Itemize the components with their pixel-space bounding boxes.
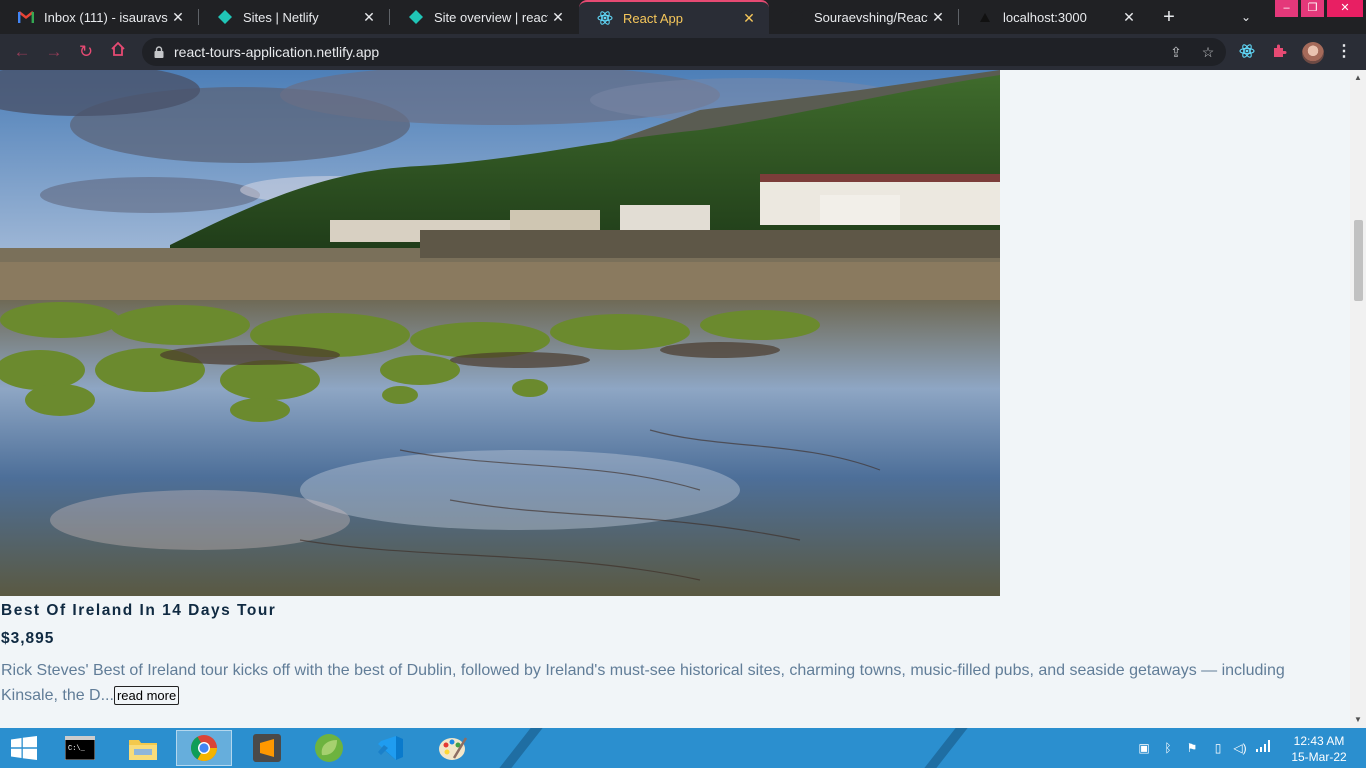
tab-title: Inbox (111) - isauravshing bbox=[44, 9, 168, 25]
netlify-icon bbox=[217, 9, 233, 25]
new-tab-button[interactable]: + bbox=[1158, 6, 1180, 28]
svg-text:C:\_: C:\_ bbox=[68, 745, 86, 753]
visual-studio-code-icon[interactable] bbox=[362, 730, 418, 766]
tab-gmail[interactable]: Inbox (111) - isauravshing ✕ bbox=[0, 0, 198, 34]
react-icon bbox=[977, 9, 993, 25]
window-controls: – ❐ ✕ bbox=[1272, 0, 1363, 17]
google-chrome-icon[interactable] bbox=[176, 730, 232, 766]
tab-netlify-overview[interactable]: Site overview | react-tours ✕ bbox=[390, 0, 578, 34]
bookmark-star-icon[interactable]: ☆ bbox=[1200, 44, 1216, 60]
command-prompt-icon[interactable]: C:\_ bbox=[52, 730, 108, 766]
react-icon bbox=[597, 10, 613, 26]
scroll-down-arrow-icon[interactable]: ▼ bbox=[1350, 715, 1366, 724]
tab-localhost[interactable]: localhost:3000 ✕ bbox=[959, 0, 1149, 34]
tab-title: localhost:3000 bbox=[1003, 9, 1087, 25]
close-tab-icon[interactable]: ✕ bbox=[928, 9, 948, 26]
tour-description: Rick Steves' Best of Ireland tour kicks … bbox=[1, 658, 1341, 708]
scroll-up-arrow-icon[interactable]: ▲ bbox=[1350, 73, 1366, 82]
tour-description-text: Rick Steves' Best of Ireland tour kicks … bbox=[1, 662, 1285, 704]
restore-button[interactable]: ❐ bbox=[1301, 0, 1324, 17]
tour-photo bbox=[0, 70, 1000, 596]
url-text: react-tours-application.netlify.app bbox=[174, 44, 380, 60]
close-tab-icon[interactable]: ✕ bbox=[1119, 9, 1139, 26]
network-signal-icon[interactable] bbox=[1256, 740, 1272, 756]
close-tab-icon[interactable]: ✕ bbox=[168, 9, 188, 26]
extensions-puzzle-icon[interactable] bbox=[1270, 43, 1288, 61]
browser-tab-strip: Inbox (111) - isauravshing ✕ Sites | Net… bbox=[0, 0, 1366, 34]
lock-icon bbox=[154, 45, 164, 58]
home-icon[interactable] bbox=[107, 41, 129, 63]
netlify-icon bbox=[408, 9, 424, 25]
spring-tool-suite-icon[interactable] bbox=[301, 730, 357, 766]
tab-react-app[interactable]: React App ✕ bbox=[579, 0, 769, 34]
tab-github[interactable]: Souraevshing/React-Projects ✕ bbox=[770, 0, 958, 34]
github-icon bbox=[788, 9, 804, 25]
page-scrollbar[interactable]: ▲ ▼ bbox=[1350, 70, 1366, 728]
menu-kebab-icon[interactable]: ⋮ bbox=[1336, 42, 1352, 62]
taskbar-decoration bbox=[916, 728, 976, 768]
tab-title: Site overview | react-tours bbox=[434, 9, 548, 25]
windows-taskbar: C:\_ ▣ ᛒ ⚑ ▯ ◁) 12:43 AM 15-Mar-22 bbox=[0, 728, 1366, 768]
tab-netlify-sites[interactable]: Sites | Netlify ✕ bbox=[199, 0, 389, 34]
close-tab-icon[interactable]: ✕ bbox=[359, 9, 379, 26]
system-clock[interactable]: 12:43 AM 15-Mar-22 bbox=[1284, 733, 1354, 765]
back-arrow-icon[interactable]: ← bbox=[11, 41, 33, 63]
paint-icon[interactable] bbox=[425, 730, 481, 766]
language-tray-icon[interactable]: ▣ bbox=[1136, 740, 1152, 756]
tour-price: $3,895 bbox=[1, 630, 55, 647]
tour-title: Best Of Ireland In 14 Days Tour bbox=[1, 602, 277, 619]
gmail-icon bbox=[18, 9, 34, 25]
close-tab-icon[interactable]: ✕ bbox=[739, 10, 759, 27]
react-devtools-icon[interactable] bbox=[1238, 43, 1256, 61]
scrollbar-thumb[interactable] bbox=[1354, 220, 1363, 301]
close-window-button[interactable]: ✕ bbox=[1327, 0, 1363, 17]
clock-time: 12:43 AM bbox=[1293, 734, 1345, 748]
browser-toolbar: ← → ↻ react-tours-application.netlify.ap… bbox=[0, 34, 1366, 70]
taskbar-decoration bbox=[491, 728, 551, 768]
sublime-text-icon[interactable] bbox=[239, 730, 295, 766]
page-viewport: Best Of Ireland In 14 Days Tour $3,895 R… bbox=[0, 70, 1350, 728]
address-bar[interactable]: react-tours-application.netlify.app ⇪ ☆ bbox=[142, 38, 1226, 66]
close-tab-icon[interactable]: ✕ bbox=[548, 9, 568, 26]
bluetooth-icon[interactable]: ᛒ bbox=[1160, 740, 1176, 756]
minimize-button[interactable]: – bbox=[1275, 0, 1298, 17]
clock-date: 15-Mar-22 bbox=[1291, 750, 1347, 764]
profile-avatar[interactable] bbox=[1302, 42, 1324, 64]
reload-icon[interactable]: ↻ bbox=[75, 41, 97, 63]
tab-title: Sites | Netlify bbox=[243, 9, 319, 25]
tab-title: React App bbox=[623, 10, 683, 26]
windows-start-icon[interactable] bbox=[10, 736, 38, 760]
tab-search-chevron-icon[interactable]: ⌄ bbox=[1236, 7, 1256, 27]
volume-icon[interactable]: ◁) bbox=[1232, 740, 1248, 756]
read-more-button[interactable]: read more bbox=[113, 686, 180, 706]
file-explorer-icon[interactable] bbox=[115, 730, 171, 766]
forward-arrow-icon[interactable]: → bbox=[43, 41, 65, 63]
share-icon[interactable]: ⇪ bbox=[1168, 44, 1184, 60]
battery-icon[interactable]: ▯ bbox=[1210, 740, 1226, 756]
tab-title: Souraevshing/React-Projects bbox=[814, 9, 928, 25]
action-center-flag-icon[interactable]: ⚑ bbox=[1184, 740, 1200, 756]
